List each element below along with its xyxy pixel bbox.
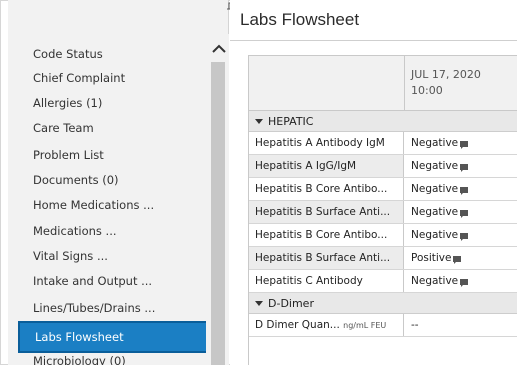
sidebar-item[interactable]: Documents (0) xyxy=(33,168,119,192)
comment-icon[interactable] xyxy=(460,210,469,218)
lab-name: Hepatitis B Surface Anti... xyxy=(249,201,404,223)
comment-icon[interactable] xyxy=(460,164,469,172)
lab-name: Hepatitis B Core Antibo... xyxy=(249,178,404,200)
table-row[interactable]: Hepatitis B Surface Anti... Positive xyxy=(249,247,517,270)
comment-icon[interactable] xyxy=(460,187,469,195)
lab-value[interactable]: -- xyxy=(411,314,419,336)
sidebar-item[interactable]: Medications ... xyxy=(33,219,117,243)
group-header[interactable]: D-Dimer xyxy=(249,293,517,314)
comment-icon[interactable] xyxy=(460,141,469,149)
flowsheet-table: JUL 17, 2020 10:00 HEPATIC Hepatitis A An… xyxy=(248,55,517,365)
lab-name: Hepatitis B Core Antibo... xyxy=(249,224,404,246)
table-row[interactable]: Hepatitis B Core Antibo... Negative xyxy=(249,224,517,247)
table-row[interactable]: Hepatitis B Surface Anti... Negative xyxy=(249,201,517,224)
lab-value[interactable]: Negative xyxy=(411,155,469,177)
sidebar-item[interactable]: Code Status xyxy=(33,42,103,66)
group-label: HEPATIC xyxy=(268,115,314,128)
group-label: D-Dimer xyxy=(268,297,314,310)
sidebar-item[interactable]: Allergies (1) xyxy=(33,91,102,115)
sidebar: Code Status Chief Complaint Allergies (1) C… xyxy=(8,0,235,365)
main-panel: Labs Flowsheet JUL 17, 2020 10:00 HEPATI… xyxy=(230,0,517,365)
column-time: 10:00 xyxy=(411,84,443,97)
chevron-up-icon[interactable] xyxy=(211,42,227,56)
sidebar-item[interactable]: Care Team xyxy=(33,116,94,140)
comment-icon[interactable] xyxy=(460,279,469,287)
caret-down-icon xyxy=(255,119,263,124)
header-divider xyxy=(404,56,405,111)
lab-value[interactable]: Negative xyxy=(411,270,469,292)
sidebar-item-labs-flowsheet[interactable]: Labs Flowsheet xyxy=(18,321,206,353)
sidebar-item[interactable]: Problem List xyxy=(33,143,104,167)
lab-value[interactable]: Negative xyxy=(411,178,469,200)
lab-value[interactable]: Negative xyxy=(411,201,469,223)
sidebar-item[interactable]: Lines/Tubes/Drains ... xyxy=(33,296,155,320)
lab-value[interactable]: Positive xyxy=(411,247,462,269)
sidebar-item[interactable]: Intake and Output ... xyxy=(33,269,152,293)
column-datetime[interactable]: JUL 17, 2020 10:00 xyxy=(411,67,481,99)
scrollbar-thumb[interactable] xyxy=(211,62,225,365)
sidebar-item[interactable]: Chief Complaint xyxy=(33,66,125,90)
table-row[interactable]: Hepatitis B Core Antibo... Negative xyxy=(249,178,517,201)
sidebar-item[interactable]: Home Medications ... xyxy=(33,193,154,217)
lab-name: Hepatitis A Antibody IgM xyxy=(249,132,404,154)
table-row[interactable]: D Dimer Quan... ng/mL FEU -- xyxy=(249,314,517,337)
sidebar-item[interactable]: Vital Signs ... xyxy=(33,244,108,268)
comment-icon[interactable] xyxy=(460,233,469,241)
title-divider xyxy=(230,40,517,41)
lab-value[interactable]: Negative xyxy=(411,132,469,154)
column-date: JUL 17, 2020 xyxy=(411,68,481,81)
lab-unit: ng/mL FEU xyxy=(343,321,387,330)
lab-value[interactable]: Negative xyxy=(411,224,469,246)
table-row[interactable]: Hepatitis C Antibody Negative xyxy=(249,270,517,293)
page-title: Labs Flowsheet xyxy=(240,10,360,29)
table-row[interactable]: Hepatitis A IgG/IgM Negative xyxy=(249,155,517,178)
sidebar-list: Code Status Chief Complaint Allergies (1) C… xyxy=(8,0,206,365)
lab-name: Hepatitis A IgG/IgM xyxy=(249,155,404,177)
comment-icon[interactable] xyxy=(453,256,462,264)
flowsheet-header: JUL 17, 2020 10:00 xyxy=(249,56,517,111)
table-row[interactable]: Hepatitis A Antibody IgM Negative xyxy=(249,132,517,155)
group-header[interactable]: HEPATIC xyxy=(249,111,517,132)
lab-name: Hepatitis B Surface Anti... xyxy=(249,247,404,269)
caret-down-icon xyxy=(255,301,263,306)
lab-name: D Dimer Quan... ng/mL FEU xyxy=(249,314,404,336)
lab-name: Hepatitis C Antibody xyxy=(249,270,404,292)
